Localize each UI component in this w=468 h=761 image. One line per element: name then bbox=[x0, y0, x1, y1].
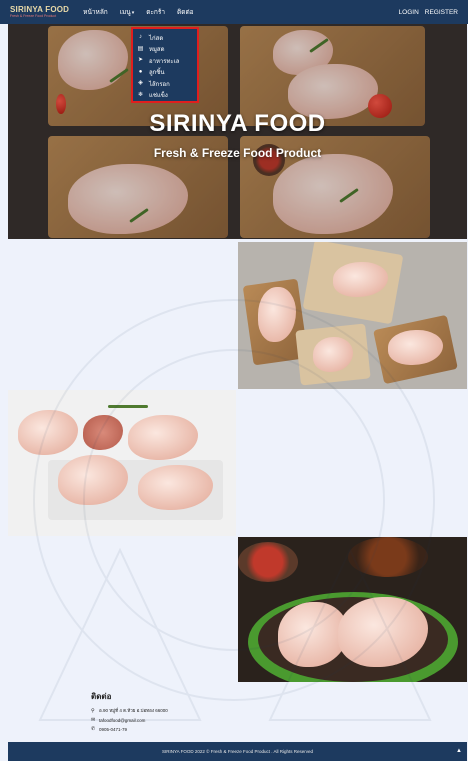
brand-logo[interactable]: SIRINYA FOOD Fresh & Freeze Food Product bbox=[10, 4, 70, 19]
copyright-text: SIRINYA FOOD 2022 © Fresh & Freeze Food … bbox=[161, 749, 314, 754]
fish-icon: ➤ bbox=[137, 57, 144, 64]
caret-down-icon: ▾ bbox=[131, 10, 135, 16]
scroll-top-icon[interactable]: ▲ bbox=[456, 748, 462, 754]
herb bbox=[108, 405, 148, 408]
chicken-piece bbox=[128, 415, 198, 460]
dropdown-item-meatball[interactable]: ● ลูกชิ้น bbox=[137, 67, 193, 79]
dropdown-item-label: ลูกชิ้น bbox=[149, 70, 165, 77]
snowflake-icon: ❄ bbox=[137, 91, 144, 98]
chili-bowl bbox=[238, 542, 298, 582]
dropdown-item-seafood[interactable]: ➤ อาหารทะเล bbox=[137, 55, 193, 67]
sausage-icon: ◈ bbox=[138, 80, 143, 87]
drumstick-icon: ♪ bbox=[139, 34, 142, 41]
contact-title: ติดต่อ bbox=[91, 692, 112, 701]
auth-links: LOGIN REGISTER bbox=[399, 9, 458, 16]
nav-menu-label: เมนู bbox=[119, 9, 131, 16]
dropdown-item-label: แช่แข็ง bbox=[149, 93, 168, 100]
location-pin-icon: ⚲ bbox=[91, 707, 95, 714]
chicken-piece bbox=[18, 410, 78, 455]
phone-text: 0905-0471-79 bbox=[99, 726, 128, 732]
dropdown-item-pork[interactable]: ▤ หมูสด bbox=[137, 44, 193, 56]
dropdown-item-label: หมูสด bbox=[149, 47, 165, 54]
email-text: tafoodfood@gmail.com bbox=[99, 717, 146, 723]
address-text: อ.90 หมู่ที่ 4 ต.ห้วย อ.บ่อทอง 66000 bbox=[99, 708, 168, 713]
minced-meat bbox=[83, 415, 123, 450]
contact-section: ติดต่อ ⚲ อ.90 หมู่ที่ 4 ต.ห้วย อ.บ่อทอง 6… bbox=[91, 690, 168, 735]
nav-menu[interactable]: เมนู▾ bbox=[120, 7, 134, 17]
chicken-platter-photo bbox=[8, 390, 236, 536]
brand-name: SIRINYA FOOD bbox=[10, 4, 70, 14]
raw-chicken-photo bbox=[238, 242, 467, 389]
brand-tagline: Fresh & Freeze Food Product bbox=[10, 13, 57, 18]
contact-email[interactable]: ✉ tafoodfood@gmail.com bbox=[91, 717, 168, 723]
envelope-icon: ✉ bbox=[91, 717, 96, 723]
hero-banner: SIRINYA FOOD Fresh & Freeze Food Product bbox=[8, 24, 467, 239]
login-link[interactable]: LOGIN bbox=[399, 9, 419, 16]
hero-subtitle: Fresh & Freeze Food Product bbox=[153, 146, 322, 160]
ball-icon: ● bbox=[138, 68, 143, 75]
hero-title: SIRINYA FOOD bbox=[149, 110, 326, 137]
register-link[interactable]: REGISTER bbox=[425, 9, 458, 16]
dropdown-item-label: ไก่สด bbox=[149, 35, 164, 42]
spice-bowl bbox=[348, 537, 428, 577]
dropdown-item-label: ไส้กรอก bbox=[149, 81, 170, 88]
phone-icon: ✆ bbox=[91, 726, 96, 732]
contact-address: ⚲ อ.90 หมู่ที่ 4 ต.ห้วย อ.บ่อทอง 66000 bbox=[91, 707, 168, 714]
dropdown-item-frozen[interactable]: ❄ แช่แข็ง bbox=[137, 90, 193, 102]
category-dropdown: ♪ ไก่สด ▤ หมูสด ➤ อาหารทะเล ● ลูกชิ้น ◈ ไส้กร… bbox=[131, 27, 199, 103]
dropdown-item-chicken[interactable]: ♪ ไก่สด bbox=[137, 32, 193, 44]
navbar: SIRINYA FOOD Fresh & Freeze Food Product… bbox=[0, 0, 468, 24]
copyright-bar: SIRINYA FOOD 2022 © Fresh & Freeze Food … bbox=[8, 742, 467, 761]
chicken-plate-photo bbox=[238, 537, 467, 682]
box-icon: ▤ bbox=[137, 45, 144, 52]
contact-phone[interactable]: ✆ 0905-0471-79 bbox=[91, 726, 168, 732]
dropdown-item-sausage[interactable]: ◈ ไส้กรอก bbox=[137, 78, 193, 90]
nav-contact[interactable]: ติดต่อ bbox=[177, 7, 194, 17]
nav-home[interactable]: หน้าหลัก bbox=[83, 7, 108, 17]
nav-cart[interactable]: ตะกร้า bbox=[146, 7, 165, 17]
product-gallery bbox=[8, 242, 467, 682]
dropdown-item-label: อาหารทะเล bbox=[149, 58, 180, 65]
